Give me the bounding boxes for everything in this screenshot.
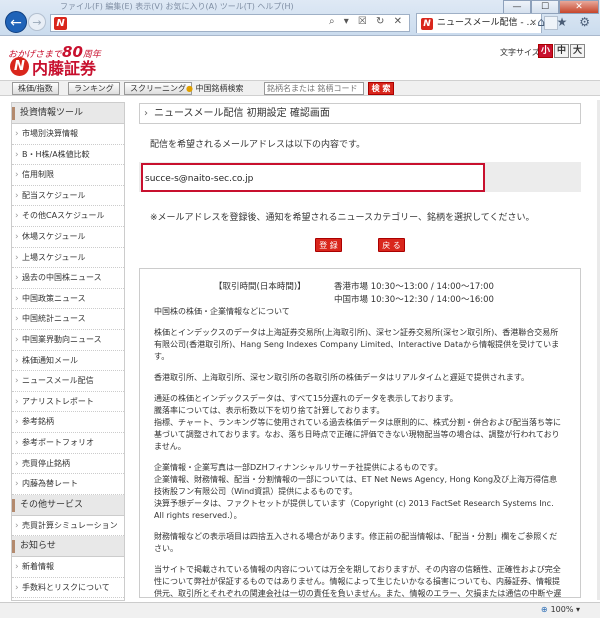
status-bar: ⊕ 100% ▾ — [0, 602, 600, 618]
zoom-control[interactable]: ⊕ 100% ▾ — [541, 605, 580, 614]
disclaimer-paragraph: 通延の株価とインデックスデータは、すべて15分遅れのデータを表示しております。 … — [154, 394, 562, 451]
disclaimer-paragraph: 財務情報などの表示項目は四捨五入される場合があります。修正前の配当情報は、「配当… — [154, 532, 558, 553]
sidebar-item[interactable]: 手数料とリスクについて — [12, 578, 124, 599]
sidebar-item[interactable]: 中国業界動向ニュース — [12, 330, 124, 351]
browser-tab[interactable]: N ニュースメール配信 - ... × — [416, 13, 542, 33]
browser-chrome: ファイル(F) 編集(E) 表示(V) お気に入り(A) ツール(T) ヘルプ(… — [0, 0, 600, 36]
maximize-button[interactable]: ☐ — [531, 0, 559, 14]
zoom-icon: ⊕ — [540, 605, 548, 614]
disclaimer-paragraph: 株価とインデックスのデータは上海証券交易所(上海取引所)、深セン証券交易所(深セ… — [154, 328, 560, 361]
tab-close-icon[interactable]: × — [529, 14, 537, 33]
font-size-large-button[interactable]: 大 — [570, 44, 585, 58]
sidebar-item[interactable]: 参考銘柄 — [12, 412, 124, 433]
address-bar[interactable]: N ⌕ ▾ ☒ ↻ ✕ — [50, 14, 410, 32]
stock-search-input[interactable] — [264, 82, 364, 95]
sidebar-item[interactable]: B・H株/A株値比較 — [12, 145, 124, 166]
back-arrow-icon[interactable]: ← — [5, 11, 27, 33]
disclaimer-paragraph: 当サイトで掲載されている情報の内容については万全を期しておりますが、その内容の信… — [154, 565, 562, 598]
disclaimer-paragraph: 中国株の株価・企業情報などについて — [154, 307, 290, 316]
address-tools-icons[interactable]: ⌕ ▾ ☒ ↻ ✕ — [329, 16, 405, 27]
sidebar: 投資情報ツール 市場別決算情報 B・H株/A株値比較 信用制限 配当スケジュール… — [11, 102, 125, 601]
forward-arrow-icon[interactable]: → — [28, 13, 46, 31]
site-toolbar: 株価/指数 ランキング スクリーニング ● 中国銘柄検索 検 索 — [0, 80, 600, 96]
screening-button[interactable]: スクリーニング — [124, 82, 192, 95]
search-bulb-icon: ● — [186, 84, 193, 93]
email-intro-text: 配信を希望されるメールアドレスは以下の内容です。 — [150, 140, 366, 150]
sidebar-item[interactable]: 内藤為替レート — [12, 474, 124, 495]
disclaimer-panel: 【取引時間(日本時間)】 香港市場 10:30～13:00 / 14:00～17… — [139, 268, 581, 598]
sidebar-item[interactable]: 市場別決算情報 — [12, 124, 124, 145]
minimize-button[interactable]: — — [503, 0, 531, 14]
page-title: › ニュースメール配信 初期設定 確認画面 — [139, 103, 581, 124]
site-logo[interactable]: 内藤証券 — [32, 55, 96, 79]
font-size-medium-button[interactable]: 中 — [554, 44, 569, 58]
search-button[interactable]: 検 索 — [368, 82, 394, 95]
close-window-button[interactable]: ✕ — [559, 0, 599, 14]
browser-menu-bar: ファイル(F) 編集(E) 表示(V) お気に入り(A) ツール(T) ヘルプ(… — [60, 2, 294, 11]
sidebar-item[interactable]: 売買停止銘柄 — [12, 454, 124, 475]
logo-mark-icon[interactable]: N — [10, 57, 29, 76]
sidebar-item[interactable]: 中国政策ニュース — [12, 289, 124, 310]
sidebar-item[interactable]: 株価通知メール — [12, 351, 124, 372]
trading-hours-label: 【取引時間(日本時間)】 — [214, 282, 306, 292]
site-header: おかげさまで80周年 N 内藤証券 — [0, 37, 600, 79]
trading-hours: 【取引時間(日本時間)】 香港市場 10:30～13:00 / 14:00～17… — [154, 276, 564, 306]
register-button[interactable]: 登 録 — [315, 238, 342, 252]
sidebar-item[interactable]: 新着情報 — [12, 557, 124, 578]
browser-toolbar-icons[interactable]: ⌂ ★ ⚙ — [537, 15, 594, 29]
ranking-button[interactable]: ランキング — [68, 82, 120, 95]
sidebar-item[interactable]: 休場スケジュール — [12, 227, 124, 248]
font-size-small-button[interactable]: 小 — [538, 44, 553, 58]
tab-title: ニュースメール配信 - ... — [437, 18, 536, 28]
sidebar-item[interactable]: アナリストレポート — [12, 392, 124, 413]
disclaimer-paragraph: 企業情報・企業写真は一部DZHフィナンシャルリサーチ社提供によるものです。 企業… — [154, 463, 558, 520]
chevron-right-icon: › — [144, 108, 148, 119]
sidebar-item[interactable]: その他CAスケジュール — [12, 206, 124, 227]
back-button[interactable]: 戻 る — [378, 238, 405, 252]
cn-market-hours: 中国市場 10:30～12:30 / 14:00～16:00 — [334, 295, 494, 305]
site-favicon-icon: N — [54, 17, 67, 30]
disclaimer-paragraph: 香港取引所、上海取引所、深セン取引所の各取引所の株価データはリアルタイムと遅延で… — [154, 373, 529, 382]
sidebar-section-notices[interactable]: お知らせ — [12, 536, 124, 558]
email-address: succe-s@naito-sec.co.jp — [145, 174, 254, 184]
sidebar-item[interactable]: 売買計算シミュレーション — [12, 516, 124, 537]
sidebar-item[interactable]: 過去の中国株ニュース — [12, 268, 124, 289]
sidebar-item[interactable]: 配当スケジュール — [12, 186, 124, 207]
font-size-label: 文字サイズ — [500, 48, 540, 57]
stock-index-button[interactable]: 株価/指数 — [12, 82, 59, 95]
sidebar-item[interactable]: 中国統計ニュース — [12, 309, 124, 330]
tab-favicon-icon: N — [421, 18, 433, 30]
instruction-text: ※メールアドレスを登録後、通知を希望されるニュースカテゴリー、銘柄を選択してくだ… — [150, 213, 535, 223]
china-stock-search-label: ● 中国銘柄検索 — [186, 84, 244, 93]
sidebar-item[interactable]: 信用制限 — [12, 165, 124, 186]
sidebar-section-tools[interactable]: 投資情報ツール — [12, 103, 124, 124]
sidebar-item[interactable]: 上場スケジュール — [12, 248, 124, 269]
sidebar-item-news-mail[interactable]: ニュースメール配信 — [12, 371, 124, 392]
hk-market-hours: 香港市場 10:30～13:00 / 14:00～17:00 — [334, 282, 494, 292]
sidebar-item[interactable]: 参考ポートフォリオ — [12, 433, 124, 454]
sidebar-section-other-services[interactable]: その他サービス — [12, 494, 124, 516]
